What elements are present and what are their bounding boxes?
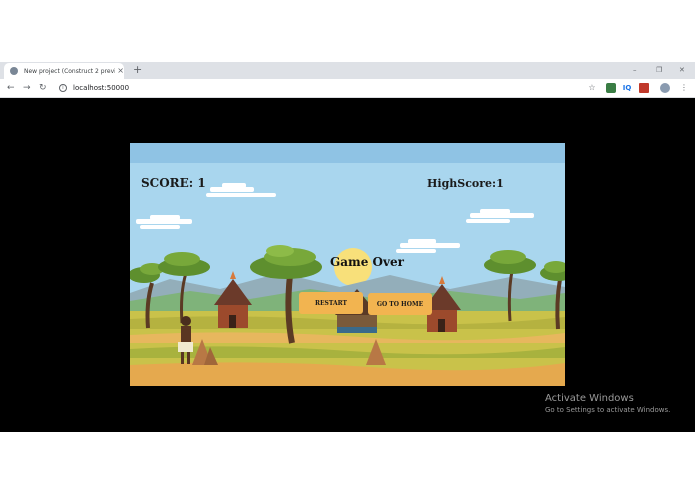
page: New project (Construct 2 previe × + – ❐ … <box>0 0 695 494</box>
go-to-home-button[interactable]: GO TO HOME <box>368 293 432 315</box>
activate-title: Activate Windows <box>545 393 634 404</box>
tab-bar: New project (Construct 2 previe × + – ❐ … <box>0 62 695 79</box>
reload-icon[interactable]: ↻ <box>39 82 47 94</box>
activate-subtitle: Go to Settings to activate Windows. <box>545 406 671 414</box>
site-info-icon[interactable]: i <box>59 84 67 92</box>
extension-cube-icon[interactable] <box>606 83 616 93</box>
menu-kebab-icon[interactable]: ⋮ <box>679 83 689 93</box>
activate-windows-watermark: Activate Windows Go to Settings to activ… <box>545 393 670 414</box>
browser-toolbar: ← → ↻ i localhost:50000 ☆ IQ ⋮ <box>0 79 695 98</box>
forward-arrow-icon[interactable]: → <box>23 82 31 94</box>
extension-iq-icon[interactable]: IQ <box>622 83 632 93</box>
back-arrow-icon[interactable]: ← <box>7 82 15 94</box>
game-canvas[interactable]: SCORE: 1 HighScore:1 Game Over RESTART G… <box>130 143 565 386</box>
bookmark-star-icon[interactable]: ☆ <box>587 83 597 93</box>
construct-favicon-icon <box>10 67 18 75</box>
tab-close-icon[interactable]: × <box>117 67 124 75</box>
minimize-button[interactable]: – <box>633 64 637 76</box>
score-label: SCORE: 1 <box>141 176 206 190</box>
profile-avatar-icon[interactable] <box>660 83 670 93</box>
restart-button[interactable]: RESTART <box>299 292 363 314</box>
url-text[interactable]: localhost:50000 <box>73 84 129 92</box>
highscore-label: HighScore:1 <box>427 177 504 190</box>
restore-button[interactable]: ❐ <box>656 64 662 76</box>
game-over-title: Game Over <box>330 255 404 269</box>
address-bar[interactable]: i localhost:50000 <box>56 81 636 95</box>
close-window-button[interactable]: ✕ <box>679 64 685 76</box>
extension-red-icon[interactable] <box>639 83 649 93</box>
browser-tab[interactable]: New project (Construct 2 previe × <box>4 63 124 79</box>
tab-title: New project (Construct 2 previe <box>24 67 116 75</box>
new-tab-button[interactable]: + <box>133 63 142 77</box>
